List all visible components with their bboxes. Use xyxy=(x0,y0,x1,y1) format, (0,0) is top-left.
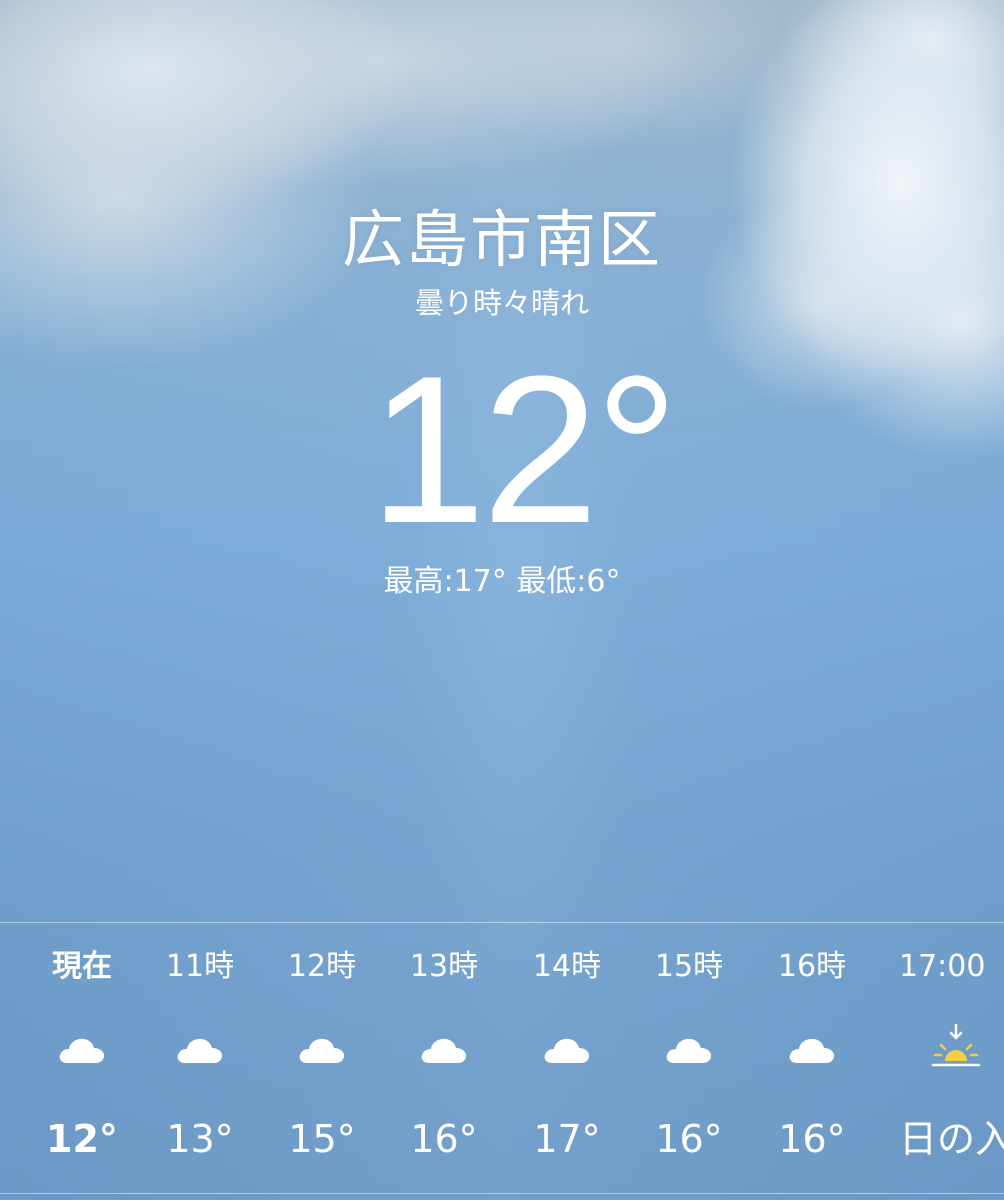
hourly-bottom-divider xyxy=(0,1193,1004,1194)
hourly-item-11: 11時 13° xyxy=(138,923,262,1193)
hourly-item-16: 16時 16° xyxy=(750,923,874,1193)
hour-label: 11時 xyxy=(165,949,235,984)
cloud-icon xyxy=(666,1038,712,1063)
location-name: 広島市南区 xyxy=(341,203,662,276)
cloud-icon xyxy=(299,1038,345,1063)
cloud-icon xyxy=(789,1038,835,1063)
hour-temperature: 16° xyxy=(410,1117,478,1161)
hour-label: 12時 xyxy=(287,949,357,984)
hour-label: 13時 xyxy=(409,949,479,984)
high-low-temperature: 最高:17° 最低:6° xyxy=(0,560,1004,604)
hour-label: 現在 xyxy=(52,949,112,984)
hour-temperature: 12° xyxy=(46,1117,118,1161)
hourly-item-15: 15時 16° xyxy=(627,923,751,1193)
hour-temperature: 13° xyxy=(166,1117,234,1161)
weather-condition: 曇り時々晴れ xyxy=(414,286,589,320)
sunset-icon xyxy=(931,1023,981,1067)
hour-temperature: 日の入 xyxy=(899,1117,1004,1161)
hourly-item-now: 現在 12° xyxy=(20,923,144,1193)
location-header: 広島市南区 曇り時々晴れ xyxy=(0,195,1004,323)
hour-temperature: 16° xyxy=(778,1117,846,1161)
hourly-item-12: 12時 15° xyxy=(260,923,384,1193)
hourly-item-13: 13時 16° xyxy=(382,923,506,1193)
hourly-item-14: 14時 17° xyxy=(505,923,629,1193)
cloud-icon xyxy=(544,1038,590,1063)
hour-label: 16時 xyxy=(777,949,847,984)
hourly-forecast[interactable]: 現在 12° 11時 13° 12時 15° 13時 16° 14時 17° 1 xyxy=(0,923,1004,1193)
hourly-item-sunset: 17:00 日の入 xyxy=(895,923,1004,1193)
current-temperature: 12° xyxy=(369,332,679,567)
hour-temperature: 15° xyxy=(288,1117,356,1161)
low-temperature: 最低:6° xyxy=(516,564,621,599)
high-temperature: 最高:17° xyxy=(383,564,507,599)
cloud-icon xyxy=(177,1038,223,1063)
cloud-icon xyxy=(421,1038,467,1063)
cloud-icon xyxy=(59,1038,105,1063)
hour-temperature: 16° xyxy=(655,1117,723,1161)
hour-label: 14時 xyxy=(532,949,602,984)
hour-label: 17:00 xyxy=(899,949,986,984)
hour-label: 15時 xyxy=(654,949,724,984)
hour-temperature: 17° xyxy=(533,1117,601,1161)
